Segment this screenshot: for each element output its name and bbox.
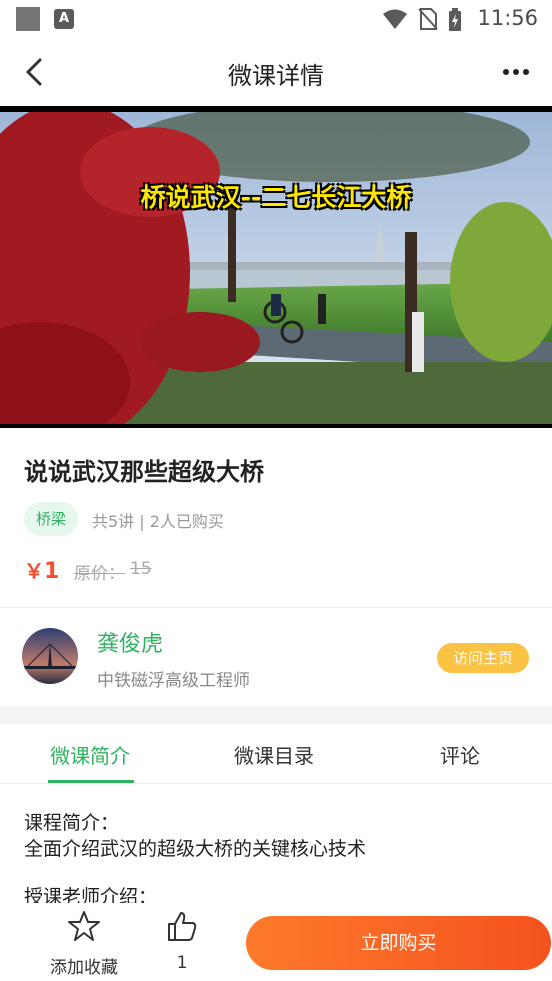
original-price: 15	[130, 559, 152, 579]
font-a-icon: A	[54, 9, 74, 29]
course-title: 说说武汉那些超级大桥	[24, 458, 264, 486]
title-bar: 微课详情	[0, 38, 552, 106]
square-icon	[16, 7, 40, 31]
section-gap	[0, 706, 552, 724]
status-icons	[382, 8, 462, 32]
page-title: 微课详情	[228, 62, 324, 90]
tab-comments[interactable]: 评论	[440, 740, 480, 769]
course-tag[interactable]: 桥梁	[24, 502, 79, 536]
video-frame	[0, 112, 552, 424]
video-caption: 桥说武汉--二七长江大桥	[140, 183, 412, 212]
tab-catalog[interactable]: 微课目录	[234, 740, 314, 769]
course-meta: 共5讲 | 2人已购买	[92, 512, 224, 531]
like-button[interactable]: 1	[160, 909, 204, 973]
more-dots-icon[interactable]	[502, 60, 530, 84]
original-price-label: 原价：	[74, 564, 125, 584]
video-player[interactable]: 桥说武汉--二七长江大桥	[0, 106, 552, 428]
buy-now-button[interactable]: 立即购买	[246, 916, 551, 970]
price-symbol: ￥	[24, 559, 44, 583]
tab-intro[interactable]: 微课简介	[50, 740, 130, 769]
favorite-label: 添加收藏	[50, 958, 118, 978]
divider	[0, 607, 552, 608]
teacher-title: 中铁磁浮高级工程师	[97, 671, 250, 691]
visit-homepage-button[interactable]: 访问主页	[437, 643, 529, 673]
bottom-action-bar: 添加收藏 1 立即购买	[0, 903, 552, 981]
battery-charging-icon	[449, 8, 461, 31]
like-count: 1	[176, 953, 188, 973]
intro-heading: 课程简介：	[24, 812, 120, 834]
intro-text: 全面介绍武汉的超级大桥的关键核心技术	[24, 838, 367, 860]
add-favorite-button[interactable]: 添加收藏	[44, 909, 124, 978]
no-sim-icon	[418, 8, 438, 30]
tab-bar: 微课简介 微课目录 评论	[0, 724, 552, 784]
star-icon	[68, 911, 100, 941]
intro-content: 课程简介： 全面介绍武汉的超级大桥的关键核心技术 授课老师介绍：	[24, 810, 367, 908]
thumbs-up-icon	[168, 912, 197, 941]
avatar[interactable]	[22, 628, 78, 684]
wifi-icon	[383, 9, 407, 29]
active-tab-indicator	[48, 780, 134, 783]
status-time: 11:56	[477, 6, 538, 30]
teacher-name[interactable]: 龚俊虎	[97, 626, 163, 658]
course-price: ￥1	[24, 555, 59, 584]
status-bar: A 11:56	[0, 0, 552, 38]
price-value: 1	[44, 559, 60, 584]
